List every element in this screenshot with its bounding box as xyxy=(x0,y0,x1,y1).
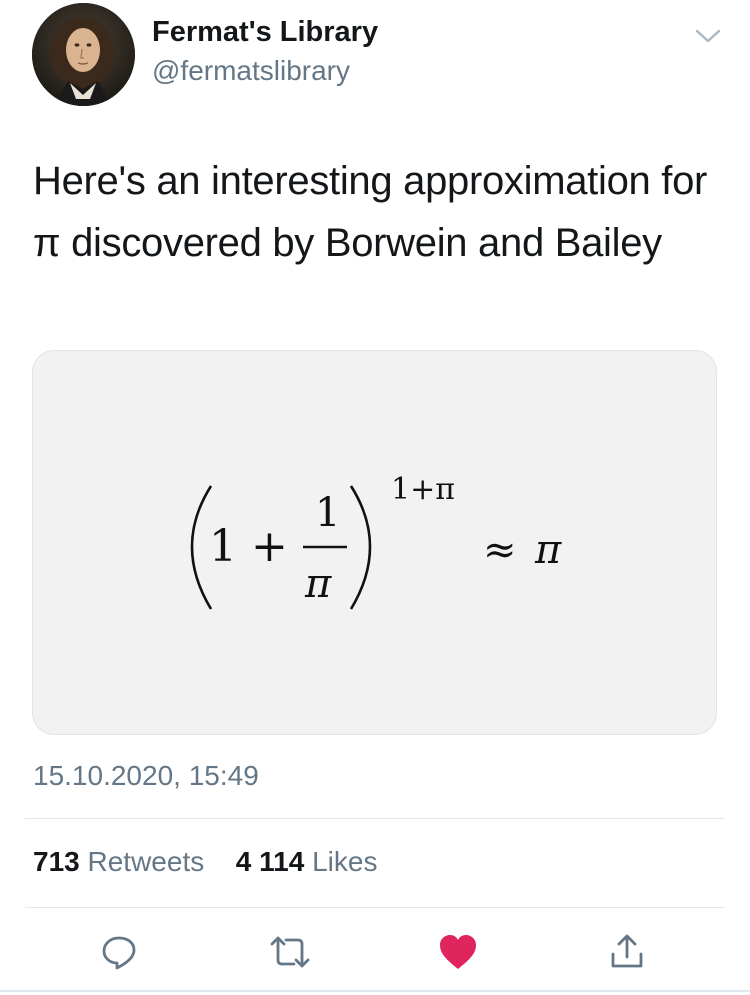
tweet-text: Here's an interesting approximation for … xyxy=(33,159,708,265)
retweet-button[interactable] xyxy=(268,930,312,974)
reply-button[interactable] xyxy=(97,930,141,974)
like-button[interactable] xyxy=(436,930,480,974)
user-handle[interactable]: @fermatslibrary xyxy=(152,55,350,87)
retweets-label: Retweets xyxy=(87,846,205,877)
retweets-count: 713 xyxy=(33,846,80,877)
share-icon xyxy=(611,934,643,968)
avatar[interactable] xyxy=(32,3,135,106)
divider xyxy=(25,818,725,819)
formula-approx: ≈ xyxy=(483,527,517,573)
formula-denominator: π xyxy=(304,561,332,607)
user-name[interactable]: Fermat's Library xyxy=(152,16,378,49)
heart-icon xyxy=(440,935,476,969)
formula-image: 1 + 1 π 1+π ≈ π xyxy=(190,472,562,610)
media-card[interactable]: 1 + 1 π 1+π ≈ π xyxy=(32,350,717,735)
right-paren xyxy=(349,485,372,610)
formula-rhs: π xyxy=(534,527,562,573)
stats-row: 713 Retweets 4 114 Likes xyxy=(33,846,377,878)
timestamp[interactable]: 15.10.2020, 15:49 xyxy=(33,760,259,792)
chevron-down-icon[interactable] xyxy=(692,24,724,48)
formula-numerator: 1 xyxy=(315,490,340,536)
formula-plus: + xyxy=(251,521,288,572)
retweets-stat[interactable]: 713 Retweets xyxy=(33,846,212,877)
share-button[interactable] xyxy=(605,930,649,974)
portrait-avatar xyxy=(32,3,135,106)
likes-label: Likes xyxy=(312,846,378,877)
formula-exponent: 1+π xyxy=(391,472,455,507)
bottom-divider xyxy=(0,990,750,992)
divider xyxy=(25,907,725,908)
retweet-icon xyxy=(270,936,310,968)
likes-stat[interactable]: 4 114 Likes xyxy=(228,846,378,877)
likes-count: 4 114 xyxy=(235,846,305,877)
formula-one: 1 xyxy=(209,521,237,572)
reply-icon xyxy=(102,936,136,970)
